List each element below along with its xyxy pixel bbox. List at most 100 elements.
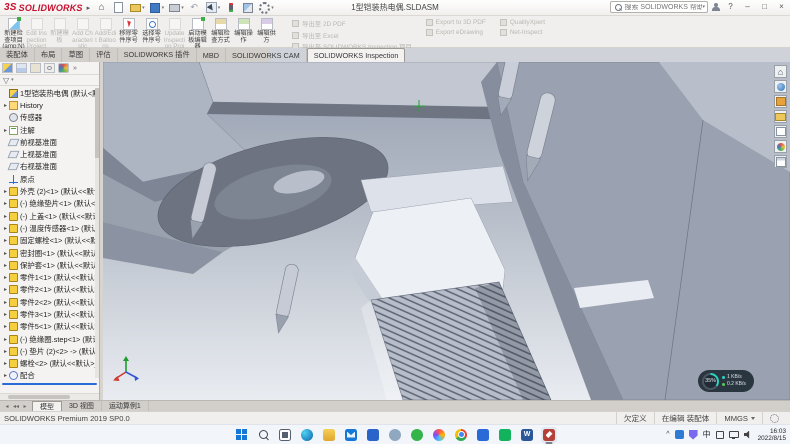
export-menu-item[interactable]: QualityXpert: [500, 19, 545, 26]
restore-button[interactable]: □: [758, 1, 771, 13]
tree-item[interactable]: ▸ 零件1<1> (默认<<默认>_显示状: [0, 271, 99, 283]
command-tab[interactable]: 布局: [35, 48, 63, 62]
minimize-button[interactable]: –: [741, 1, 754, 13]
threaded-stud[interactable]: [361, 282, 551, 400]
export-menu-item[interactable]: Export eDrawing: [426, 29, 486, 36]
tree-item[interactable]: ▸ (-) 绝缘垫片<1> (默认<<默认>_显示状: [0, 198, 99, 210]
expand-arrow-icon[interactable]: ▸: [2, 274, 9, 281]
document-tab[interactable]: 3D 视图: [62, 401, 102, 411]
quick-access-icon[interactable]: [189, 2, 200, 13]
expand-arrow-icon[interactable]: ▸: [2, 225, 9, 232]
expand-arrow-icon[interactable]: ▸: [2, 250, 9, 257]
command-tab[interactable]: 评估: [90, 48, 118, 62]
tree-item[interactable]: ▸ 保护套<1> (默认<<默认>_显示状: [0, 259, 99, 271]
search-dropdown-caret-icon[interactable]: ▾: [702, 4, 705, 10]
panel-tab-icon[interactable]: [2, 63, 13, 73]
tree-item[interactable]: ▸ 零件2<2> (默认<<默认>_显示状: [0, 296, 99, 308]
task-pane-icon[interactable]: [774, 80, 787, 93]
tree-vertical-scrollbar[interactable]: [95, 88, 99, 378]
expand-arrow-icon[interactable]: ▸: [2, 213, 9, 220]
help-search-box[interactable]: ▾: [610, 1, 708, 13]
tree-item[interactable]: ▸ (-) 温度传感器<1> (默认<<默认>_: [0, 222, 99, 234]
tree-horizontal-scrollbar[interactable]: [0, 393, 100, 400]
volume-icon[interactable]: [744, 431, 753, 439]
menu-flyout-icon[interactable]: ▸: [87, 4, 91, 12]
taskbar-app-button[interactable]: W: [519, 427, 535, 443]
command-tab[interactable]: SOLIDWORKS Inspection: [307, 48, 406, 62]
tree-item[interactable]: ▸ 零件5<1> (默认<<默认>_显示状: [0, 321, 99, 333]
panel-tab-icon[interactable]: [30, 63, 41, 73]
quick-access-icon[interactable]: [150, 2, 161, 13]
document-tab[interactable]: 模型: [32, 401, 62, 411]
taskbar-app-button[interactable]: [321, 427, 337, 443]
help-button[interactable]: ?: [724, 1, 737, 13]
tree-item[interactable]: ▸ (-) 上盖<1> (默认<<默认>_显示状: [0, 210, 99, 222]
command-tab[interactable]: 草图: [62, 48, 90, 62]
tree-item[interactable]: ▸ 原点: [0, 173, 99, 185]
tree-item[interactable]: ▸ History: [0, 99, 99, 111]
dropdown-caret-icon[interactable]: ▾: [181, 5, 184, 11]
taskbar-app-button[interactable]: [475, 427, 491, 443]
taskbar-app-button[interactable]: [409, 427, 425, 443]
expand-arrow-icon[interactable]: ▸: [2, 360, 9, 367]
network-monitor-icon[interactable]: [729, 431, 739, 438]
expand-arrow-icon[interactable]: ▸: [2, 188, 9, 195]
expand-arrow-icon[interactable]: ▸: [2, 372, 9, 379]
quick-access-icon[interactable]: [130, 2, 141, 13]
tree-item[interactable]: ▸ (-) 绝缘圈.step<1> (默认<<默认>: [0, 333, 99, 345]
command-tab[interactable]: 装配体: [0, 48, 35, 62]
quick-access-icon[interactable]: [113, 2, 124, 13]
quick-access-icon[interactable]: [225, 2, 236, 13]
command-tab[interactable]: SOLIDWORKS CAM: [226, 48, 307, 62]
graphics-area[interactable]: 35% 1 KB/s 0.2 KB/s: [103, 62, 790, 400]
scroll-left-end-icon[interactable]: ◂◂: [12, 403, 20, 410]
quick-access-icon[interactable]: [96, 2, 107, 13]
quick-access-icon[interactable]: [169, 2, 180, 13]
task-pane-icon[interactable]: [774, 125, 787, 138]
export-menu-item[interactable]: 导出至 2D PDF: [292, 19, 412, 28]
expand-arrow-icon[interactable]: ▸: [2, 311, 9, 318]
scroll-right-icon[interactable]: ▸: [21, 403, 29, 410]
tree-item[interactable]: ▸ 注解: [0, 124, 99, 136]
search-input[interactable]: [624, 4, 702, 11]
filter-caret-icon[interactable]: ▾: [11, 77, 14, 83]
expand-arrow-icon[interactable]: ▸: [2, 237, 9, 244]
stud-pin-2[interactable]: [272, 263, 299, 334]
tree-item[interactable]: ▸ (-) 垫片 (2)<2> -> (默认<<默认: [0, 345, 99, 357]
command-tab[interactable]: MBD: [197, 48, 226, 62]
taskbar-app-button[interactable]: [233, 427, 249, 443]
expand-arrow-icon[interactable]: ▸: [2, 262, 9, 269]
expand-arrow-icon[interactable]: ▸: [2, 323, 9, 330]
export-menu-item[interactable]: 导出至 Excel: [292, 31, 412, 40]
tree-item[interactable]: ▸ 配合: [0, 370, 99, 382]
task-pane-icon[interactable]: [774, 110, 787, 123]
task-pane-icon[interactable]: [774, 155, 787, 168]
quick-access-icon[interactable]: [259, 2, 270, 13]
taskbar-app-button[interactable]: [453, 427, 469, 443]
taskbar-app-button[interactable]: [299, 427, 315, 443]
dropdown-caret-icon[interactable]: ▾: [271, 5, 274, 11]
panel-tab-icon[interactable]: [16, 63, 27, 73]
taskbar-app-button[interactable]: [431, 427, 447, 443]
export-menu-item[interactable]: Net-Inspect: [500, 29, 545, 36]
export-menu-item[interactable]: Export to 3D PDF: [426, 19, 486, 26]
scroll-left-icon[interactable]: ◂: [3, 403, 11, 410]
expand-arrow-icon[interactable]: ▸: [2, 127, 9, 134]
tree-item[interactable]: ▸ 零件3<1> (默认<<默认>_显示状: [0, 308, 99, 320]
task-pane-icon[interactable]: [774, 65, 787, 78]
tree-item[interactable]: ▸ 外壳 (2)<1> (默认<<默认>_显示状: [0, 185, 99, 197]
tree-item[interactable]: ▸ 密封圈<1> (默认<<默认>_显示状: [0, 247, 99, 259]
document-tab[interactable]: 运动算例1: [102, 401, 149, 411]
taskbar-app-button[interactable]: [497, 427, 513, 443]
command-tab[interactable]: SOLIDWORKS 插件: [118, 48, 197, 62]
sign-in-icon[interactable]: [712, 3, 720, 12]
tray-app-icon[interactable]: [675, 430, 684, 439]
taskbar-app-button[interactable]: [365, 427, 381, 443]
expand-arrow-icon[interactable]: ▸: [2, 336, 9, 343]
quick-access-icon[interactable]: [206, 2, 217, 13]
taskbar-app-button[interactable]: [343, 427, 359, 443]
security-shield-icon[interactable]: [689, 430, 698, 440]
ime-language-indicator[interactable]: 中: [703, 429, 711, 440]
task-pane-icon[interactable]: [774, 140, 787, 153]
panel-overflow-chevron-icon[interactable]: »: [73, 65, 77, 72]
